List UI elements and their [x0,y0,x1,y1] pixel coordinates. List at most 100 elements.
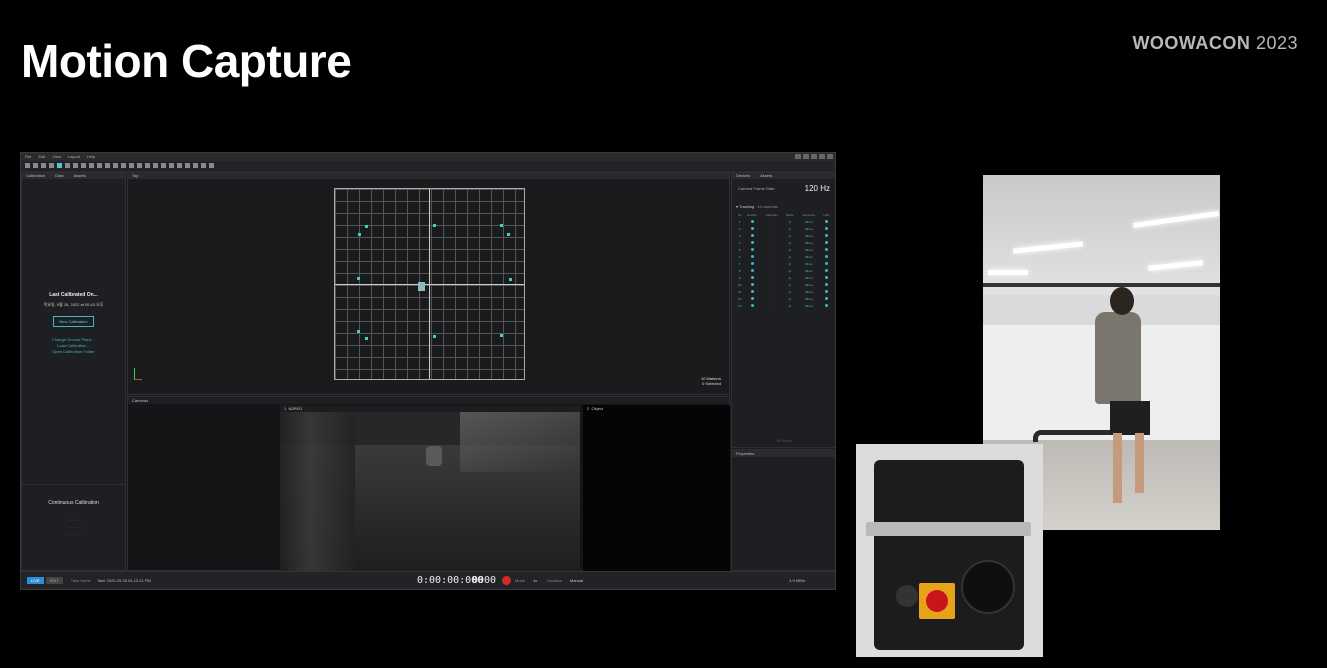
enable-toggle[interactable] [743,260,761,267]
table-row[interactable]: 10 · ◎ 99 us [736,281,832,288]
exposure-value[interactable]: 99 us [797,225,821,232]
led-toggle[interactable] [821,267,832,274]
close-icon[interactable] [827,154,833,159]
led-toggle[interactable] [821,288,832,295]
camera-view-1[interactable]: 1 MJPEG [280,405,580,571]
table-row[interactable]: 13 · ◎ 99 us [736,302,832,309]
camera-marker[interactable] [433,335,436,338]
mode-icon[interactable]: ◎ [783,253,797,260]
menu-file[interactable]: File [25,153,31,161]
exposure-value[interactable]: 99 us [797,239,821,246]
toolbar-icon[interactable] [89,163,94,168]
toolbar-icon[interactable] [145,163,150,168]
mode-icon[interactable]: ◎ [783,218,797,225]
led-toggle[interactable] [821,295,832,302]
table-row[interactable]: 4 · ◎ 99 us [736,239,832,246]
camera-marker[interactable] [357,277,360,280]
toolbar-icon[interactable] [105,163,110,168]
enable-toggle[interactable] [743,218,761,225]
menu-view[interactable]: View [52,153,61,161]
led-toggle[interactable] [821,274,832,281]
toolbar-icon[interactable] [73,163,78,168]
menu-help[interactable]: Help [87,153,95,161]
enable-toggle[interactable] [743,302,761,309]
frame-rate-value[interactable]: 120 Hz [805,184,830,193]
live-mode-button[interactable]: LIVE [27,577,44,584]
toolbar-icon[interactable] [201,163,206,168]
toolbar-icon[interactable] [65,163,70,168]
table-row[interactable]: 3 · ◎ 99 us [736,232,832,239]
mode-icon[interactable]: ◎ [783,288,797,295]
enable-toggle[interactable] [743,232,761,239]
exposure-value[interactable]: 99 us [797,246,821,253]
toolbar-icon[interactable] [41,163,46,168]
led-toggle[interactable] [821,302,832,309]
toolbar-icon[interactable] [129,163,134,168]
mode-icon[interactable]: ◎ [783,274,797,281]
camera-marker[interactable] [365,337,368,340]
tracking-group[interactable]: ▾ Tracking 15 cameras [732,202,835,211]
edit-mode-button[interactable]: EDIT [45,577,63,584]
take-name-value[interactable]: Take 2022-09-20 04.10.21 PM [97,578,151,583]
camera-marker[interactable] [357,330,360,333]
tab-data[interactable]: Data [55,172,63,179]
cameras-label[interactable]: Cameras [132,397,148,404]
tracked-object[interactable] [418,282,425,291]
mode-icon[interactable]: ◎ [783,302,797,309]
exposure-value[interactable]: 99 us [797,274,821,281]
toolbar-icon[interactable] [57,163,62,168]
tab-calibration[interactable]: Calibration [26,172,45,179]
toolbar-icon[interactable] [49,163,54,168]
maximize-icon[interactable] [819,154,825,159]
table-row[interactable]: 5 · ◎ 99 us [736,246,832,253]
toolbar-icon[interactable] [113,163,118,168]
exposure-value[interactable]: 99 us [797,232,821,239]
led-toggle[interactable] [821,253,832,260]
mode-icon[interactable]: ◎ [783,246,797,253]
toolbar-icon[interactable] [169,163,174,168]
speed-value[interactable]: 1x [533,578,537,583]
mode-icon[interactable]: ◎ [783,295,797,302]
enable-toggle[interactable] [743,246,761,253]
exposure-value[interactable]: 99 us [797,267,821,274]
enable-toggle[interactable] [743,274,761,281]
enable-toggle[interactable] [743,239,761,246]
layout-icon[interactable] [795,154,801,159]
camera-marker[interactable] [433,224,436,227]
open-calibration-folder-link[interactable]: Open Calibration Folder [22,349,125,355]
toolbar-icon[interactable] [209,163,214,168]
table-row[interactable]: 6 · ◎ 99 us [736,253,832,260]
camera-view-2[interactable]: 2 Object [583,405,730,571]
tab-devices[interactable]: Devices [736,172,750,179]
table-row[interactable]: 7 · ◎ 99 us [736,260,832,267]
menu-edit[interactable]: Edit [38,153,45,161]
mode-icon[interactable]: ◎ [783,267,797,274]
led-toggle[interactable] [821,225,832,232]
toolbar-icon[interactable] [161,163,166,168]
camera-marker[interactable] [358,233,361,236]
mode-icon[interactable]: ◎ [783,260,797,267]
exposure-value[interactable]: 99 us [797,295,821,302]
properties-label[interactable]: Properties [736,450,754,457]
mode-icon[interactable]: ◎ [783,281,797,288]
led-toggle[interactable] [821,246,832,253]
table-row[interactable]: 12 · ◎ 99 us [736,295,832,302]
mode-icon[interactable]: ◎ [783,239,797,246]
layout-icon[interactable] [803,154,809,159]
enable-toggle[interactable] [743,295,761,302]
exposure-value[interactable]: 99 us [797,218,821,225]
table-row[interactable]: 9 · ◎ 99 us [736,274,832,281]
enable-toggle[interactable] [743,281,761,288]
minimize-icon[interactable] [811,154,817,159]
camera-marker[interactable] [507,233,510,236]
led-toggle[interactable] [821,281,832,288]
exposure-value[interactable]: 99 us [797,253,821,260]
tab-assets[interactable]: Assets [74,172,86,179]
enable-toggle[interactable] [743,267,761,274]
enable-toggle[interactable] [743,288,761,295]
toolbar-icon[interactable] [185,163,190,168]
toolbar-icon[interactable] [33,163,38,168]
toolbar-icon[interactable] [121,163,126,168]
toolbar-icon[interactable] [97,163,102,168]
mode-icon[interactable]: ◎ [783,232,797,239]
